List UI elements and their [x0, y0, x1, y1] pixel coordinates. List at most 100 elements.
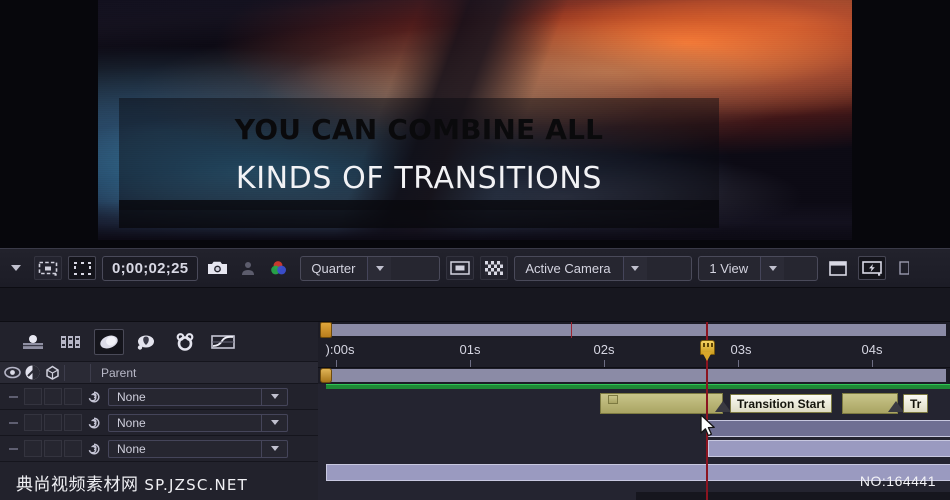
chevron-down-icon[interactable]	[4, 256, 28, 280]
parent-pickwhip-icon[interactable]	[86, 390, 102, 404]
parent-pickwhip-icon[interactable]	[86, 416, 102, 430]
take-snapshot-icon[interactable]	[204, 256, 230, 280]
ruler-tick	[872, 360, 873, 367]
layer-switches[interactable]	[0, 436, 82, 462]
caption-line-1: YOU CAN COMBINE ALL	[234, 113, 604, 146]
show-channel-icon[interactable]	[266, 256, 294, 280]
current-time-field[interactable]: 0;00;02;25	[102, 255, 199, 281]
ruler-label: ):00s	[325, 342, 355, 357]
table-row[interactable]: None	[0, 384, 318, 410]
time-ruler[interactable]: ):00s 01s 02s 03s 04s	[318, 338, 950, 368]
timeline-horizontal-scrollbar[interactable]	[636, 492, 950, 500]
layer-switches[interactable]	[0, 410, 82, 436]
table-row[interactable]: None	[0, 410, 318, 436]
parent-value: None	[117, 441, 146, 456]
solo-icon	[44, 364, 61, 381]
fast-previews-icon[interactable]	[858, 256, 887, 280]
timeline-panel-icon[interactable]	[824, 256, 852, 280]
ruler-tick	[336, 360, 337, 367]
audio-toggle[interactable]	[24, 388, 42, 405]
composition-viewer[interactable]: YOU CAN COMBINE ALL KINDS OF TRANSITIONS	[0, 0, 950, 248]
lock-toggle[interactable]	[64, 414, 82, 431]
chevron-down-icon[interactable]	[622, 256, 647, 280]
chevron-down-icon[interactable]	[261, 440, 287, 457]
views-dropdown[interactable]: 1 View	[698, 255, 819, 281]
work-area-start-handle-lower[interactable]	[320, 368, 332, 383]
timeline-panel-tabbar	[0, 288, 950, 322]
watermark-domain: SP.JZSC.NET	[144, 476, 248, 494]
chevron-down-icon[interactable]	[261, 388, 287, 405]
lock-toggle[interactable]	[64, 440, 82, 457]
brainstorm-icon[interactable]	[170, 329, 200, 355]
marker-chevron-icon	[888, 401, 904, 412]
resolution-value: Quarter	[311, 260, 356, 276]
ruler-tick	[604, 360, 605, 367]
watermark-site-name-cn: 典尚视频素材网	[16, 475, 139, 495]
draft-3d-icon[interactable]	[132, 329, 162, 355]
work-area-bar[interactable]	[322, 324, 946, 336]
timeline-panel: Parent None None None):00s 01s 02s 03s …	[0, 288, 950, 500]
mask-selection-icon[interactable]	[68, 256, 96, 280]
motion-blur-icon[interactable]	[18, 329, 48, 355]
table-row[interactable]: None	[0, 436, 318, 462]
parent-value: None	[117, 389, 146, 404]
resolution-dropdown[interactable]: Quarter	[300, 255, 441, 281]
shy-layers-icon[interactable]	[94, 328, 124, 355]
caption-backdrop-lower	[119, 200, 719, 228]
layer-bar[interactable]	[326, 464, 950, 481]
marker-label[interactable]: Transition Start	[730, 394, 833, 413]
views-value: 1 View	[709, 260, 749, 276]
marker-label[interactable]: Tr	[903, 394, 929, 413]
audio-toggle[interactable]	[24, 440, 42, 457]
parent-dropdown[interactable]: None	[108, 439, 288, 458]
current-time-indicator[interactable]	[700, 340, 715, 362]
video-toggle[interactable]	[4, 414, 22, 431]
parent-column-label: Parent	[90, 363, 318, 382]
layer-bar[interactable]	[708, 440, 950, 457]
toolbar-overflow-icon[interactable]	[892, 256, 916, 280]
audio-icon	[24, 364, 41, 381]
title-action-safe-icon[interactable]	[446, 256, 475, 280]
graph-editor-icon[interactable]	[208, 329, 238, 355]
timeline-graph[interactable]: ):00s 01s 02s 03s 04s Transition Start T…	[318, 322, 950, 500]
marker-segment[interactable]	[608, 395, 618, 404]
parent-pickwhip-icon[interactable]	[86, 442, 102, 456]
solo-toggle[interactable]	[44, 440, 62, 457]
parent-value: None	[117, 415, 146, 430]
work-area-track[interactable]	[318, 322, 950, 338]
camera-value: Active Camera	[525, 260, 611, 276]
work-area-start-handle[interactable]	[320, 322, 332, 338]
watermark-left: 典尚视频素材网 SP.JZSC.NET	[16, 470, 248, 495]
work-area-duplicate-track[interactable]	[318, 368, 950, 384]
ruler-tick	[738, 360, 739, 367]
parent-dropdown[interactable]: None	[108, 387, 288, 406]
frame-blend-icon[interactable]	[56, 329, 86, 355]
region-of-interest-icon[interactable]	[34, 256, 62, 280]
chevron-down-icon[interactable]	[261, 414, 287, 431]
video-toggle[interactable]	[4, 440, 22, 457]
cti-point	[702, 352, 712, 361]
solo-toggle[interactable]	[44, 388, 62, 405]
time-marker-tick	[571, 322, 572, 338]
audio-toggle[interactable]	[24, 414, 42, 431]
show-snapshot-icon[interactable]	[236, 256, 260, 280]
lock-toggle[interactable]	[64, 388, 82, 405]
work-area-bar-lower[interactable]	[322, 369, 946, 382]
solo-toggle[interactable]	[44, 414, 62, 431]
chevron-down-icon[interactable]	[367, 256, 392, 280]
marker-lane[interactable]: Transition Start Tr	[318, 390, 950, 418]
layer-switch-header-icons	[0, 364, 84, 381]
parent-dropdown[interactable]: None	[108, 413, 288, 432]
layer-bar[interactable]	[708, 420, 950, 437]
video-toggle[interactable]	[4, 388, 22, 405]
layer-switches[interactable]	[0, 384, 82, 410]
marker-bar[interactable]	[600, 393, 723, 414]
chevron-down-icon[interactable]	[760, 256, 785, 280]
watermark-id: NO:164441	[859, 473, 936, 489]
cti-marks	[702, 343, 713, 347]
ruler-label: 01s	[459, 342, 481, 357]
ruler-label: 02s	[593, 342, 615, 357]
ruler-tick	[470, 360, 471, 367]
toggle-transparency-grid-icon[interactable]	[480, 256, 509, 280]
camera-dropdown[interactable]: Active Camera	[514, 255, 693, 281]
